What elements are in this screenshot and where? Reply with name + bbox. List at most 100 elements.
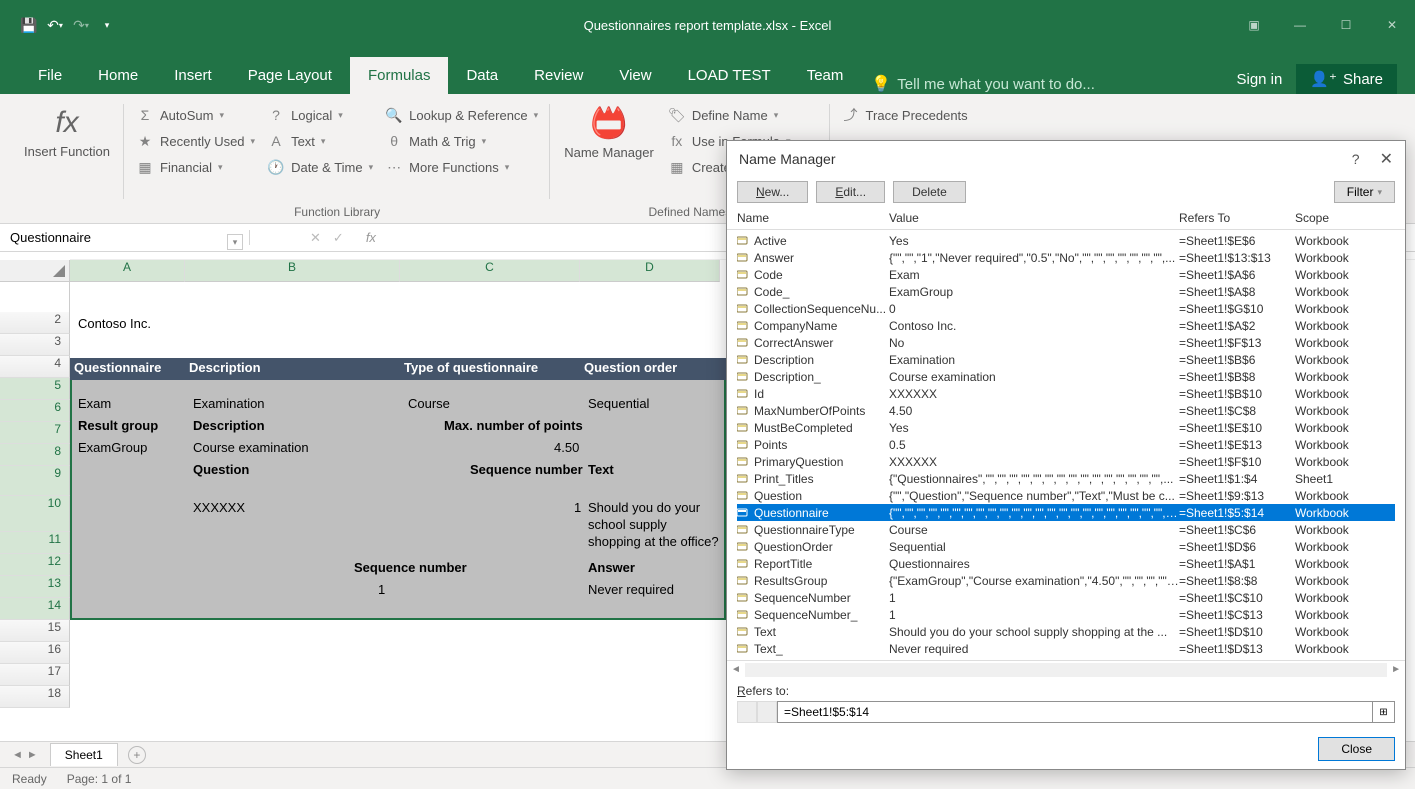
cell-grid[interactable]: Contoso Inc. Questionnaire Description T… (70, 282, 726, 712)
trace-precedents-button[interactable]: ⤴Trace Precedents (838, 102, 972, 128)
enter-formula-icon[interactable]: ✓ (333, 230, 344, 246)
cell[interactable]: 1 (570, 498, 585, 517)
name-row[interactable]: ReportTitle Questionnaires =Sheet1!$A$1 … (737, 555, 1395, 572)
select-all-corner[interactable] (0, 260, 70, 282)
name-row[interactable]: Id XXXXXX =Sheet1!$B$10 Workbook (737, 385, 1395, 402)
tab-insert[interactable]: Insert (156, 57, 230, 94)
name-row[interactable]: Text_ Never required =Sheet1!$D$13 Workb… (737, 640, 1395, 657)
tab-home[interactable]: Home (80, 57, 156, 94)
cell[interactable]: Question (189, 460, 253, 479)
cell[interactable]: Course (404, 394, 454, 413)
row-header[interactable]: 2 (0, 312, 70, 334)
close-icon[interactable]: ✕ (1369, 10, 1415, 40)
help-icon[interactable]: ? (1352, 151, 1360, 167)
col-header-b[interactable]: B (185, 260, 400, 282)
row-header[interactable]: 7 (0, 422, 70, 444)
accept-edit-icon[interactable] (757, 701, 777, 723)
close-button[interactable]: Close (1318, 737, 1395, 761)
cell[interactable]: Exam (74, 394, 115, 413)
name-list[interactable]: Active Yes =Sheet1!$E$6 Workbook Answer … (727, 230, 1405, 660)
recently-used-button[interactable]: ★Recently Used▾ (132, 128, 259, 154)
scroll-right-icon[interactable]: ► (1391, 664, 1401, 675)
col-header-d[interactable]: D (580, 260, 720, 282)
sheet-nav[interactable]: ◄► (0, 749, 50, 761)
cell[interactable]: XXXXXX (189, 498, 249, 517)
cell[interactable]: ExamGroup (74, 438, 151, 457)
math-button[interactable]: θMath & Trig▾ (381, 128, 542, 154)
refers-to-input[interactable] (777, 701, 1373, 723)
new-button[interactable]: New... (737, 181, 808, 203)
row-header[interactable]: 9 (0, 466, 70, 496)
date-time-button[interactable]: 🕐Date & Time▾ (263, 154, 377, 180)
share-button[interactable]: 👤⁺ Share (1296, 64, 1397, 94)
row-header[interactable]: 6 (0, 400, 70, 422)
tell-me-search[interactable]: 💡 Tell me what you want to do... (871, 74, 1095, 94)
cell[interactable]: Max. number of points (440, 416, 587, 435)
cell[interactable]: Answer (584, 558, 639, 577)
cell[interactable]: Type of questionnaire (400, 358, 580, 380)
dialog-close-icon[interactable]: ✕ (1380, 149, 1393, 169)
fx-icon[interactable]: fx (366, 230, 376, 245)
name-row[interactable]: Description_ Course examination =Sheet1!… (737, 368, 1395, 385)
dialog-column-headers[interactable]: Name Value Refers To Scope (727, 207, 1405, 230)
col-name[interactable]: Name (737, 211, 889, 225)
undo-icon[interactable]: ↶▾ (46, 16, 64, 34)
insert-function-button[interactable]: fx Insert Function (18, 102, 116, 164)
tab-load-test[interactable]: LOAD TEST (670, 57, 789, 94)
horizontal-scrollbar[interactable]: ◄ ► (727, 660, 1405, 678)
logical-button[interactable]: ?Logical▾ (263, 102, 377, 128)
name-box[interactable]: Questionnaire ▾ (0, 230, 250, 245)
cell[interactable]: Sequential (584, 394, 653, 413)
range-picker-icon[interactable]: ⊞ (1373, 701, 1395, 723)
row-header[interactable]: 4 (0, 356, 70, 378)
name-row[interactable]: Code_ ExamGroup =Sheet1!$A$8 Workbook (737, 283, 1395, 300)
row-header[interactable]: 17 (0, 664, 70, 686)
name-row[interactable]: Text Should you do your school supply sh… (737, 623, 1395, 640)
name-row[interactable]: Print_Titles {"Questionnaires","","","",… (737, 470, 1395, 487)
scroll-left-icon[interactable]: ◄ (731, 664, 741, 675)
name-row[interactable]: MustBeCompleted Yes =Sheet1!$E$10 Workbo… (737, 419, 1395, 436)
save-icon[interactable]: 💾 (20, 16, 38, 34)
row-header[interactable]: 13 (0, 576, 70, 598)
add-sheet-icon[interactable]: + (128, 746, 146, 764)
qat-customize-icon[interactable]: ▾ (98, 16, 116, 34)
cell[interactable]: Question order (580, 358, 726, 380)
lookup-button[interactable]: 🔍Lookup & Reference▾ (381, 102, 542, 128)
col-scope[interactable]: Scope (1295, 211, 1395, 225)
tab-file[interactable]: File (20, 57, 80, 94)
tab-team[interactable]: Team (789, 57, 862, 94)
cell[interactable]: 1 (374, 580, 389, 599)
redo-icon[interactable]: ↷▾ (72, 16, 90, 34)
cell[interactable]: Examination (189, 394, 269, 413)
col-header-c[interactable]: C (400, 260, 580, 282)
col-header-a[interactable]: A (70, 260, 185, 282)
maximize-icon[interactable]: ☐ (1323, 10, 1369, 40)
name-row[interactable]: CorrectAnswer No =Sheet1!$F$13 Workbook (737, 334, 1395, 351)
define-name-button[interactable]: 🏷Define Name▾ (664, 102, 822, 128)
name-manager-button[interactable]: 📛 Name Manager (558, 102, 660, 219)
name-row[interactable]: Description Examination =Sheet1!$B$6 Wor… (737, 351, 1395, 368)
delete-button[interactable]: Delete (893, 181, 966, 203)
row-header[interactable]: 10 (0, 496, 70, 532)
tab-page-layout[interactable]: Page Layout (230, 57, 350, 94)
name-row[interactable]: QuestionnaireType Course =Sheet1!$C$6 Wo… (737, 521, 1395, 538)
tab-formulas[interactable]: Formulas (350, 57, 449, 94)
cell[interactable]: Course examination (189, 438, 313, 457)
row-header[interactable]: 11 (0, 532, 70, 554)
cell[interactable]: Result group (74, 416, 162, 435)
cell[interactable]: Questionnaire (70, 358, 185, 380)
prev-sheet-icon[interactable]: ◄ (12, 749, 23, 761)
name-row[interactable]: SequenceNumber 1 =Sheet1!$C$10 Workbook (737, 589, 1395, 606)
next-sheet-icon[interactable]: ► (27, 749, 38, 761)
cell[interactable]: 4.50 (550, 438, 583, 457)
row-header[interactable]: 15 (0, 620, 70, 642)
name-row[interactable]: Active Yes =Sheet1!$E$6 Workbook (737, 232, 1395, 249)
row-header[interactable]: 3 (0, 334, 70, 356)
name-row[interactable]: CompanyName Contoso Inc. =Sheet1!$A$2 Wo… (737, 317, 1395, 334)
row-header[interactable]: 5 (0, 378, 70, 400)
cancel-edit-icon[interactable] (737, 701, 757, 723)
name-row[interactable]: CollectionSequenceNu... 0 =Sheet1!$G$10 … (737, 300, 1395, 317)
row-header[interactable]: 16 (0, 642, 70, 664)
row-header[interactable]: 18 (0, 686, 70, 708)
tab-data[interactable]: Data (448, 57, 516, 94)
